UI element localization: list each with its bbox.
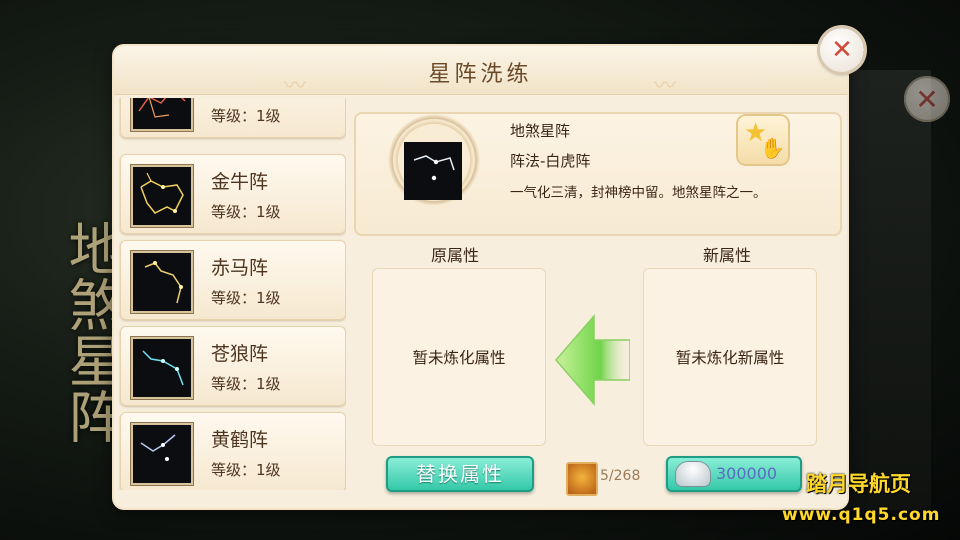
dialog-title: 星阵洗练 — [428, 62, 533, 87]
background-title: 地煞星阵 — [59, 220, 124, 444]
close-x-icon: ✕ — [831, 35, 853, 65]
refine-stone-icon — [566, 462, 598, 496]
formation-item[interactable]: 等级：1级 — [120, 98, 346, 138]
star-hand-icon[interactable]: ★ ✋ — [738, 116, 788, 164]
new-attr-label: 新属性 — [703, 246, 752, 265]
silver-ingot-icon — [676, 462, 710, 486]
formation-level: 等级：1级 — [211, 289, 281, 307]
detail-name: 地煞星阵 — [510, 122, 571, 140]
formation-list[interactable]: 等级：1级 金牛阵 等级：1级 赤马阵 等级：1级 苍狼阵 等级：1级 黄鹤阵 … — [118, 98, 346, 490]
grey-wolf-constellation-icon — [131, 337, 193, 399]
formation-name: 金牛阵 — [211, 171, 269, 193]
stone-count: 5/268 — [600, 468, 641, 484]
formation-level: 等级：1级 — [211, 107, 281, 125]
hand-icon: ✋ — [760, 136, 785, 160]
white-tiger-constellation-icon — [404, 142, 462, 200]
red-horse-constellation-icon — [131, 251, 193, 313]
refine-cost-button[interactable]: 300000 — [666, 456, 802, 492]
dialog-header: 〰 〰 星阵洗练 — [114, 46, 847, 99]
yellow-crane-constellation-icon — [131, 423, 193, 485]
background-close-icon: ✕ — [904, 76, 950, 122]
original-attr-box: 暂未炼化属性 — [372, 268, 546, 446]
watermark-url: www.q1q5.com — [782, 505, 941, 525]
constellation-icon — [131, 98, 193, 131]
formation-name: 黄鹤阵 — [211, 429, 269, 451]
original-attr-value: 暂未炼化属性 — [412, 349, 506, 367]
formation-item[interactable]: 苍狼阵 等级：1级 — [120, 326, 346, 406]
detail-description: 一气化三清，封神榜中留。地煞星阵之一。 — [510, 185, 767, 201]
detail-method: 阵法-白虎阵 — [510, 152, 591, 170]
formation-item[interactable]: 黄鹤阵 等级：1级 — [120, 412, 346, 490]
formation-level: 等级：1级 — [211, 375, 281, 393]
formation-level: 等级：1级 — [211, 203, 281, 221]
close-button[interactable]: ✕ — [820, 28, 864, 72]
silver-cost: 300000 — [716, 464, 778, 483]
new-attr-value: 暂未炼化新属性 — [675, 349, 785, 367]
watermark-title: 踏月导航页 — [806, 472, 911, 496]
golden-ox-constellation-icon — [131, 165, 193, 227]
formation-name: 苍狼阵 — [211, 343, 269, 365]
formation-item[interactable]: 赤马阵 等级：1级 — [120, 240, 346, 320]
formation-item[interactable]: 金牛阵 等级：1级 — [120, 154, 346, 234]
arrow-left-icon — [555, 313, 630, 407]
replace-attribute-button[interactable]: 替换属性 — [386, 456, 534, 492]
formation-level: 等级：1级 — [211, 461, 281, 479]
new-attr-box: 暂未炼化新属性 — [643, 268, 817, 446]
original-attr-label: 原属性 — [431, 246, 480, 265]
formation-name: 赤马阵 — [211, 257, 269, 279]
